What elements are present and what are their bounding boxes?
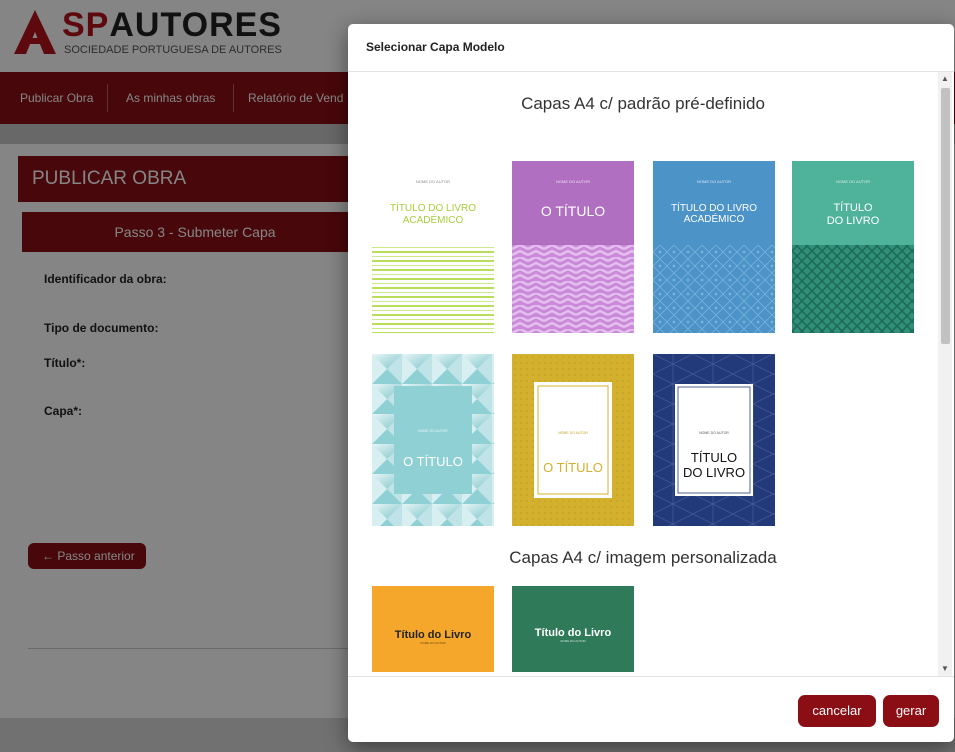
section-title-custom: Capas A4 c/ imagem personalizada: [509, 548, 777, 567]
scroll-down-arrow-icon[interactable]: ▼: [938, 662, 952, 676]
cover-title-text: TÍTULO DO LIVRO: [390, 201, 476, 214]
cover-template-3[interactable]: NOME DO AUTOR TÍTULO DO LIVRO ACADÉMICO: [653, 161, 775, 333]
section-title-predefined: Capas A4 c/ padrão pré-definido: [521, 94, 765, 113]
cover-template-5[interactable]: NOME DO AUTOR O TÍTULO: [372, 354, 494, 526]
cover-template-6[interactable]: NOME DO AUTOR O TÍTULO: [512, 354, 634, 526]
cover-author-text: NOME DO AUTOR: [699, 431, 729, 435]
modal-body: Capas A4 c/ padrão pré-definido NOME DO …: [348, 72, 954, 676]
generate-button[interactable]: gerar: [883, 695, 939, 727]
custom-cover-author-text: NOME DO AUTOR: [560, 639, 586, 643]
modal-title: Selecionar Capa Modelo: [366, 40, 505, 54]
cover-template-4[interactable]: NOME DO AUTOR TÍTULO DO LIVRO: [792, 161, 914, 333]
modal-header: Selecionar Capa Modelo: [348, 24, 954, 72]
custom-cover-title-text: Título do Livro: [535, 627, 612, 639]
cover-title-text: TÍTULO: [833, 201, 873, 214]
cover-title-text: O TÍTULO: [543, 460, 603, 475]
cover-title-text: TÍTULO: [691, 450, 737, 465]
custom-cover-title-text: Título do Livro: [395, 629, 472, 641]
cover-author-text: NOME DO AUTOR: [416, 179, 450, 184]
scroll-up-arrow-icon[interactable]: ▲: [938, 72, 952, 86]
custom-cover-template-1[interactable]: Título do Livro NOME DO AUTOR: [372, 586, 494, 676]
modal-scrollbar[interactable]: ▲ ▼: [938, 72, 952, 676]
cover-title-text: DO LIVRO: [683, 465, 745, 480]
cover-template-1[interactable]: NOME DO AUTOR TÍTULO DO LIVRO ACADÉMICO: [372, 161, 494, 333]
custom-cover-template-2[interactable]: Título do Livro NOME DO AUTOR: [512, 586, 634, 676]
cover-title-text: TÍTULO DO LIVRO: [671, 201, 757, 214]
scrollbar-thumb[interactable]: [941, 88, 950, 344]
cover-template-7[interactable]: NOME DO AUTOR TÍTULO DO LIVRO: [653, 354, 775, 526]
select-cover-modal: Selecionar Capa Modelo Capas A4 c/ padrã…: [348, 24, 954, 742]
custom-cover-author-text: NOME DO AUTOR: [420, 641, 446, 645]
cover-title-text: ACADÉMICO: [403, 213, 464, 226]
cover-template-2[interactable]: NOME DO AUTOR O TÍTULO: [512, 161, 634, 333]
cover-author-text: NOME DO AUTOR: [418, 429, 448, 433]
cover-title-text: ACADÉMICO: [684, 212, 745, 225]
modal-footer: cancelar gerar: [348, 676, 954, 742]
cover-author-text: NOME DO AUTOR: [556, 179, 590, 184]
cover-author-text: NOME DO AUTOR: [836, 179, 870, 184]
cover-title-text: O TÍTULO: [403, 454, 463, 469]
cancel-button[interactable]: cancelar: [798, 695, 876, 727]
cover-author-text: NOME DO AUTOR: [697, 179, 731, 184]
cover-title-text: DO LIVRO: [827, 215, 880, 227]
cover-author-text: NOME DO AUTOR: [558, 431, 588, 435]
cover-title-text: O TÍTULO: [541, 203, 605, 219]
